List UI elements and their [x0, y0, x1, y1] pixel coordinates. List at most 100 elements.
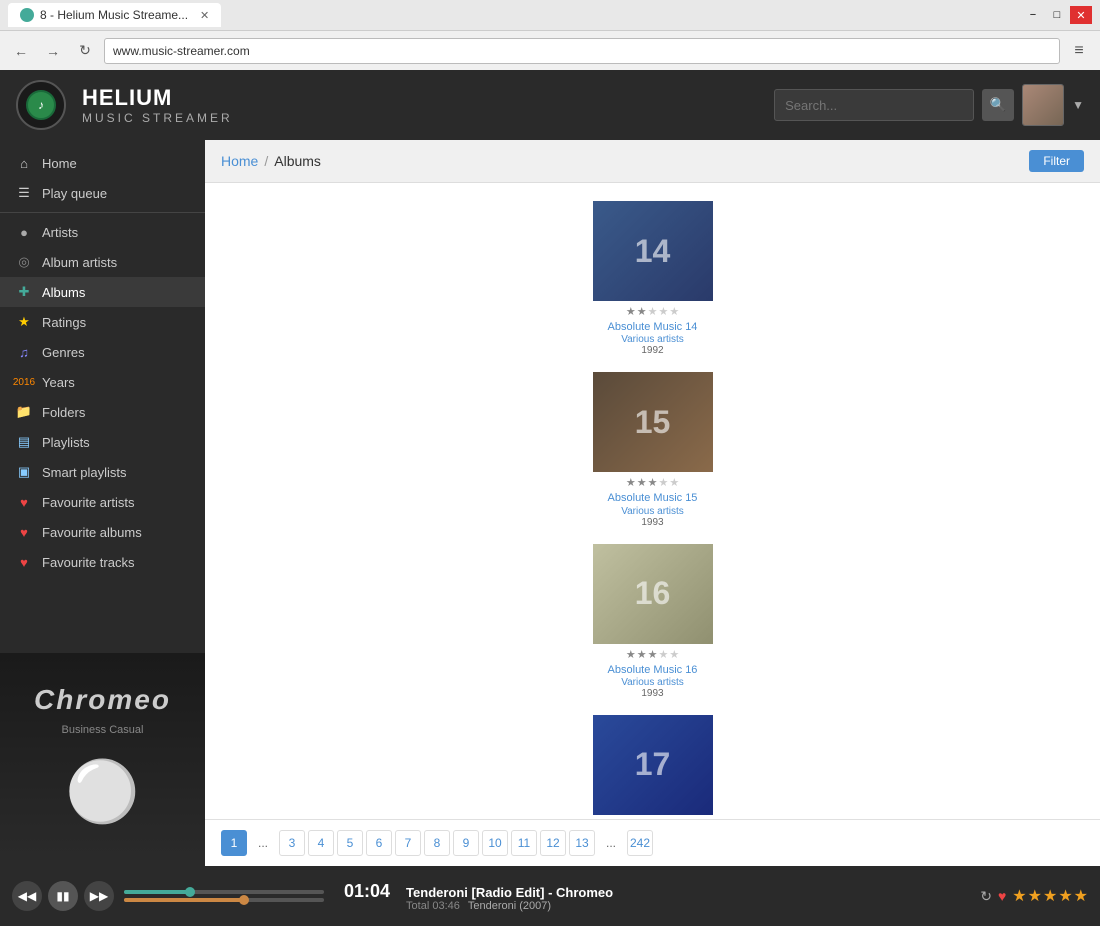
app-container: ♪ HELIUM MUSIC STREAMER 🔍 ▼ ⌂ Home — [0, 70, 1100, 926]
next-button[interactable]: ▶▶ — [84, 881, 114, 911]
album-artist[interactable]: Various artists — [621, 506, 684, 517]
back-button[interactable]: ← — [8, 38, 34, 64]
player-controls: ◀◀ ▮▮ ▶▶ — [12, 881, 114, 911]
album-cover: 17 — [593, 715, 713, 815]
sidebar-item-favourite-artists[interactable]: ♥ Favourite artists — [0, 487, 205, 517]
breadcrumb: Home / Albums — [221, 153, 321, 169]
page-button[interactable]: 5 — [337, 830, 363, 856]
sidebar-item-favourite-albums[interactable]: ♥ Favourite albums — [0, 517, 205, 547]
player-bar: ◀◀ ▮▮ ▶▶ 01:04 Tenderoni [Radio Edit] - … — [0, 866, 1100, 926]
browser-titlebar: 8 - Helium Music Streame... ✕ − □ ✕ — [0, 0, 1100, 30]
favourite-icon[interactable]: ♥ — [998, 888, 1006, 904]
sidebar-item-smart-playlists[interactable]: ▣ Smart playlists — [0, 457, 205, 487]
filter-button[interactable]: Filter — [1029, 150, 1084, 172]
user-dropdown-icon[interactable]: ▼ — [1072, 98, 1084, 112]
player-star[interactable]: ★ — [1043, 886, 1057, 906]
album-stars: ★★★★★ — [626, 648, 679, 661]
page-button[interactable]: 12 — [540, 830, 566, 856]
page-button[interactable]: 242 — [627, 830, 653, 856]
sidebar-label-album-artists: Album artists — [42, 255, 117, 270]
browser-menu-button[interactable]: ≡ — [1066, 38, 1092, 64]
minimize-button[interactable]: − — [1022, 6, 1044, 24]
home-icon: ⌂ — [16, 155, 32, 171]
sidebar-item-ratings[interactable]: ★ Ratings — [0, 307, 205, 337]
sidebar-label-albums: Albums — [42, 285, 85, 300]
player-star[interactable]: ★ — [1012, 886, 1026, 906]
app-logo: ♪ — [16, 80, 66, 130]
album-stars: ★★★★★ — [626, 476, 679, 489]
player-star[interactable]: ★ — [1074, 886, 1088, 906]
fav-artists-icon: ♥ — [16, 494, 32, 510]
forward-button[interactable]: → — [40, 38, 66, 64]
player-rating: ★★★★★ — [1012, 886, 1088, 906]
page-button[interactable]: 3 — [279, 830, 305, 856]
previous-button[interactable]: ◀◀ — [12, 881, 42, 911]
sidebar-label-ratings: Ratings — [42, 315, 86, 330]
content-panel: Home / Albums Filter 14★★★★★Absolute Mus… — [205, 140, 1100, 866]
sidebar-item-album-artists[interactable]: ◎ Album artists — [0, 247, 205, 277]
page-button[interactable]: 6 — [366, 830, 392, 856]
breadcrumb-current: Albums — [274, 153, 321, 169]
sidebar-label-fav-albums: Favourite albums — [42, 525, 142, 540]
track-name: Tenderoni [Radio Edit] - Chromeo — [406, 885, 613, 900]
sidebar-item-folders[interactable]: 📁 Folders — [0, 397, 205, 427]
album-card[interactable]: 17★★★★★Absolute Music 17Various artists1… — [221, 707, 1084, 819]
sidebar-item-genres[interactable]: ♫ Genres — [0, 337, 205, 367]
volume-fill — [124, 898, 244, 902]
sidebar-item-play-queue[interactable]: ☰ Play queue — [0, 178, 205, 208]
window-controls: − □ ✕ — [1022, 6, 1092, 24]
search-button[interactable]: 🔍 — [982, 89, 1014, 121]
sidebar: ⌂ Home ☰ Play queue ● Artists ◎ Album ar… — [0, 140, 205, 866]
sidebar-item-years[interactable]: 2016 Years — [0, 367, 205, 397]
page-button[interactable]: 10 — [482, 830, 508, 856]
repeat-icon[interactable]: ↻ — [980, 888, 992, 905]
album-title[interactable]: Absolute Music 15 — [608, 491, 698, 505]
page-button[interactable]: 8 — [424, 830, 450, 856]
page-button[interactable]: 1 — [221, 830, 247, 856]
player-star[interactable]: ★ — [1028, 886, 1042, 906]
close-button[interactable]: ✕ — [1070, 6, 1092, 24]
fav-albums-icon: ♥ — [16, 524, 32, 540]
album-card[interactable]: 15 ★★★★★ Absolute Music 15Various artists1… — [221, 364, 1084, 535]
album-cover: 15 — [593, 372, 713, 472]
logo-inner: ♪ — [26, 90, 56, 120]
album-title[interactable]: Absolute Music 14 — [608, 320, 698, 334]
page-button[interactable]: 4 — [308, 830, 334, 856]
progress-bar[interactable] — [124, 890, 324, 894]
search-input[interactable] — [774, 89, 974, 121]
album-grid: 14★★★★★Absolute Music 14Various artists1… — [205, 183, 1100, 819]
breadcrumb-separator: / — [264, 153, 268, 169]
album-year: 1993 — [641, 517, 663, 528]
page-button[interactable]: 7 — [395, 830, 421, 856]
reload-button[interactable]: ↻ — [72, 38, 98, 64]
artists-icon: ● — [16, 224, 32, 240]
sidebar-item-playlists[interactable]: ▤ Playlists — [0, 427, 205, 457]
sidebar-item-artists[interactable]: ● Artists — [0, 217, 205, 247]
page-button[interactable]: 11 — [511, 830, 537, 856]
sidebar-item-albums[interactable]: ✚ Albums — [0, 277, 205, 307]
pause-button[interactable]: ▮▮ — [48, 881, 78, 911]
page-button[interactable]: 13 — [569, 830, 595, 856]
sidebar-label-genres: Genres — [42, 345, 85, 360]
album-artist[interactable]: Various artists — [621, 334, 684, 345]
address-bar[interactable] — [104, 38, 1060, 64]
sidebar-divider — [0, 212, 205, 213]
volume-bar[interactable] — [124, 898, 324, 902]
app-header: ♪ HELIUM MUSIC STREAMER 🔍 ▼ — [0, 70, 1100, 140]
sidebar-label-fav-artists: Favourite artists — [42, 495, 134, 510]
tab-close-icon[interactable]: ✕ — [200, 9, 209, 22]
restore-button[interactable]: □ — [1046, 6, 1068, 24]
sidebar-item-home[interactable]: ⌂ Home — [0, 148, 205, 178]
album-title[interactable]: Absolute Music 16 — [608, 663, 698, 677]
page-button[interactable]: 9 — [453, 830, 479, 856]
playlists-icon: ▤ — [16, 434, 32, 450]
album-artist[interactable]: Various artists — [621, 677, 684, 688]
player-star[interactable]: ★ — [1058, 886, 1072, 906]
breadcrumb-home[interactable]: Home — [221, 153, 258, 169]
album-card[interactable]: 14★★★★★Absolute Music 14Various artists1… — [221, 193, 1084, 364]
genres-icon: ♫ — [16, 344, 32, 360]
album-card[interactable]: 16★★★★★Absolute Music 16Various artists1… — [221, 536, 1084, 707]
user-avatar[interactable] — [1022, 84, 1064, 126]
sidebar-label-playlists: Playlists — [42, 435, 90, 450]
sidebar-item-favourite-tracks[interactable]: ♥ Favourite tracks — [0, 547, 205, 577]
